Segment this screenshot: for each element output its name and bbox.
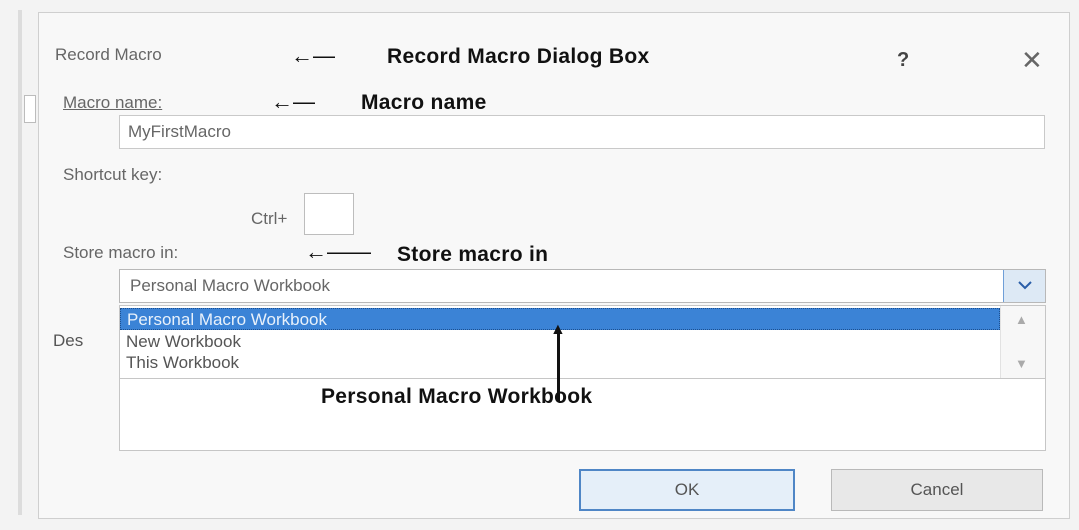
triangle-down-icon[interactable]: ▼ bbox=[1015, 356, 1028, 371]
ok-button[interactable]: OK bbox=[579, 469, 795, 511]
chevron-down-icon bbox=[1017, 277, 1032, 295]
annotation-arrow-title: ←— bbox=[291, 43, 335, 68]
help-icon[interactable]: ? bbox=[897, 49, 909, 72]
store-macro-in-value: Personal Macro Workbook bbox=[130, 276, 330, 295]
ctrl-prefix-label: Ctrl+ bbox=[251, 209, 288, 228]
annotation-store-macro-in: Store macro in bbox=[397, 243, 549, 266]
record-macro-dialog: Record Macro ←— Record Macro Dialog Box … bbox=[38, 12, 1070, 519]
annotation-arrow-store: ←—— bbox=[305, 239, 371, 264]
store-macro-in-label: Store macro in: bbox=[63, 243, 179, 262]
shortcut-key-label: Shortcut key: bbox=[63, 165, 163, 184]
close-icon[interactable]: ✕ bbox=[1021, 45, 1043, 76]
store-macro-in-select[interactable]: Personal Macro Workbook bbox=[119, 269, 1046, 303]
list-scrollbar[interactable]: ▲ ▼ bbox=[1000, 306, 1045, 378]
description-label: Des bbox=[53, 331, 84, 350]
triangle-up-icon[interactable]: ▲ bbox=[1015, 312, 1028, 327]
annotation-macro-name: Macro name bbox=[361, 91, 487, 114]
arrow-up-icon: ▲ bbox=[550, 321, 566, 338]
option-this-workbook[interactable]: This Workbook bbox=[120, 352, 1000, 374]
dialog-title: Record Macro bbox=[55, 45, 162, 64]
annotation-personal-macro-workbook: Personal Macro Workbook bbox=[321, 385, 593, 408]
shortcut-key-input[interactable] bbox=[304, 193, 354, 235]
dropdown-button[interactable] bbox=[1003, 270, 1045, 302]
window-gripper bbox=[24, 95, 36, 123]
store-macro-in-options: Personal Macro Workbook New Workbook Thi… bbox=[119, 305, 1046, 379]
macro-name-value: MyFirstMacro bbox=[128, 122, 231, 141]
annotation-dialog-label: Record Macro Dialog Box bbox=[387, 45, 650, 68]
macro-name-input[interactable]: MyFirstMacro bbox=[119, 115, 1045, 149]
macro-name-label: Macro name: bbox=[63, 93, 163, 112]
annotation-arrow-name: ←— bbox=[271, 89, 315, 114]
window-edge bbox=[18, 10, 22, 515]
cancel-button[interactable]: Cancel bbox=[831, 469, 1043, 511]
